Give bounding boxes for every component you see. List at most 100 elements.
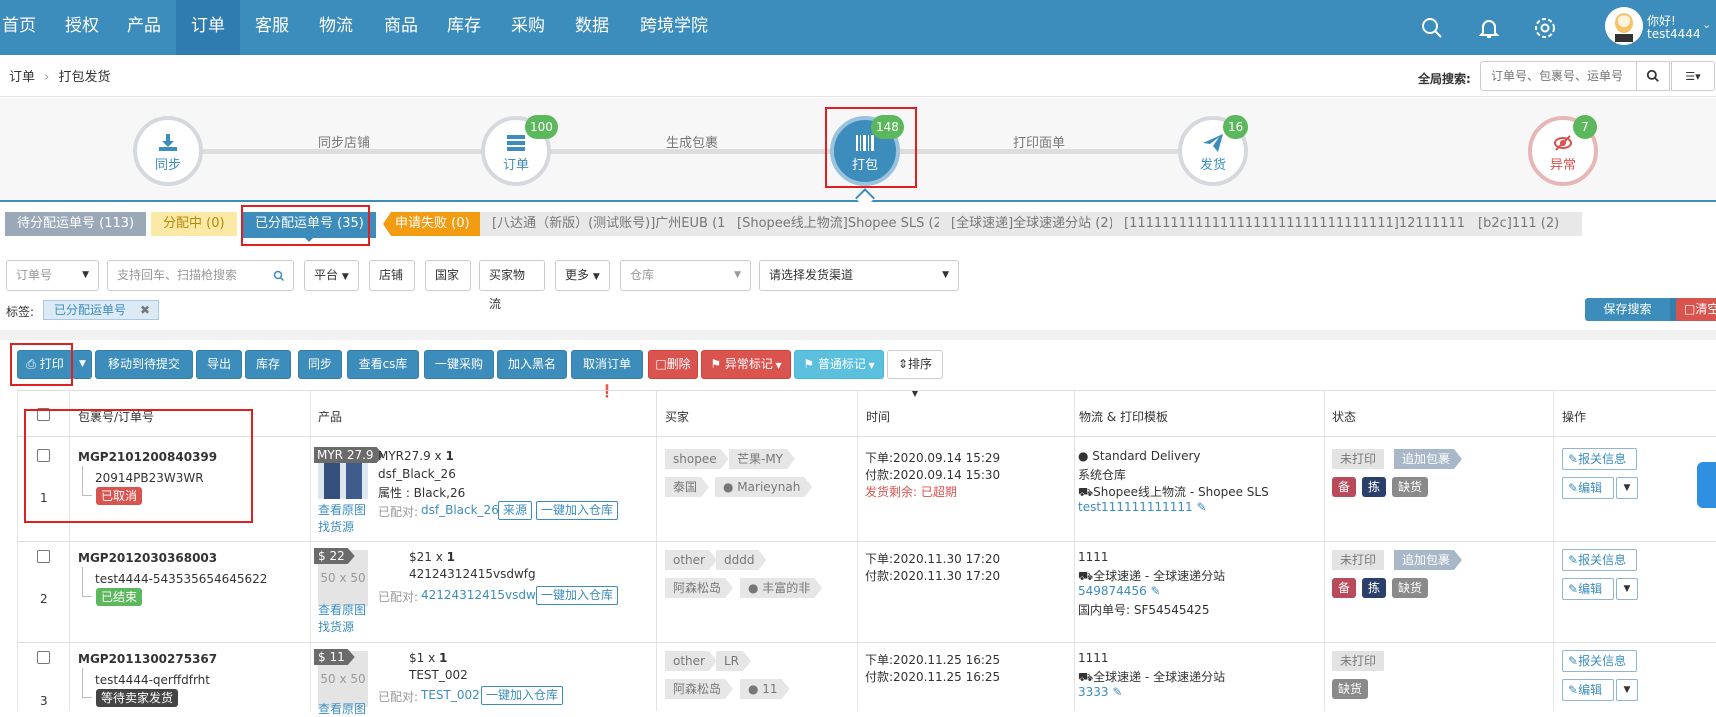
nav-item-products[interactable]: 产品 — [127, 0, 161, 55]
search-button[interactable] — [1636, 61, 1670, 91]
tab-allocating[interactable]: 分配中 (0) — [151, 212, 237, 236]
source-button[interactable]: 来源 — [498, 501, 533, 520]
more-dropdown[interactable]: 更多 ▼ — [555, 260, 610, 291]
edit-icon: ✎ — [1568, 452, 1579, 466]
tracking-number[interactable]: test111111111111 ✎ — [1078, 500, 1207, 514]
nav-item-inventory[interactable]: 库存 — [447, 0, 481, 55]
package-number[interactable]: MGP2012030368003 — [78, 551, 217, 565]
buyer-pill: ● 11 — [740, 679, 790, 699]
warehouse-select[interactable]: 仓库 ▼ — [620, 260, 751, 291]
tab-channel-b2c[interactable]: [b2c]111 (2) — [1466, 212, 1572, 236]
tab-channel-eub[interactable]: [八达通（新版）(测试账号)]广州EUB (1) — [480, 212, 743, 236]
tab-channel-global[interactable]: [全球速递]全球速递分站 (2) — [939, 212, 1126, 236]
tracking-value: 549874456 — [1078, 584, 1147, 598]
check-cs-stock-button[interactable]: 查看cs库存 — [347, 350, 419, 398]
row-checkbox[interactable] — [37, 550, 50, 563]
normal-mark-dropdown[interactable]: ⚑ 普通标记 ▼ — [794, 350, 884, 379]
add-to-warehouse-button[interactable]: 一键加入仓库 — [481, 686, 564, 705]
one-click-purchase-dropdown[interactable]: 一键采购 ▼ — [424, 350, 494, 398]
cancel-order-button[interactable]: 取消订单 ❗ — [571, 350, 643, 398]
extra-package-pill[interactable]: 追加包裹 — [1394, 449, 1462, 469]
nav-item-academy[interactable]: 跨境学院 — [640, 0, 708, 55]
edit-caret[interactable]: ▼ — [1616, 578, 1638, 600]
chat-icon[interactable] — [1697, 462, 1716, 508]
scan-search-input[interactable]: 支持回车、扫描枪搜索 — [107, 260, 294, 291]
close-icon[interactable]: ✖ — [140, 301, 150, 319]
trash-icon: □ — [1684, 302, 1696, 316]
view-original-image-link[interactable]: 查看原图 — [318, 601, 366, 618]
avatar[interactable] — [1605, 7, 1643, 45]
add-to-warehouse-button[interactable]: 一键加入仓库 — [536, 501, 619, 520]
workflow-node-sync[interactable]: 同步 — [133, 116, 203, 186]
save-search-button[interactable]: 保存搜索 — [1585, 298, 1670, 321]
gear-icon[interactable] — [1533, 16, 1557, 40]
caret-down-icon: ▼ — [1623, 685, 1631, 695]
nav-item-goods[interactable]: 商品 — [384, 0, 418, 55]
customs-info-button[interactable]: ✎报关信息 — [1562, 650, 1637, 672]
chevron-down-icon[interactable]: ⌄ — [1702, 18, 1711, 31]
view-original-image-link[interactable]: 查看原图 — [318, 501, 366, 518]
move-to-pending-button[interactable]: 移动到待提交 ➤ — [95, 350, 193, 398]
edit-button[interactable]: ✎编辑 — [1562, 477, 1614, 499]
edit-icon[interactable]: ✎ — [1112, 685, 1122, 699]
platform-dropdown[interactable]: 平台 ▼ — [304, 260, 359, 291]
extra-package-pill[interactable]: 追加包裹 — [1394, 550, 1462, 570]
customs-info-button[interactable]: ✎报关信息 — [1562, 448, 1637, 470]
breadcrumb-root[interactable]: 订单 — [9, 70, 35, 85]
paired-sku-link[interactable]: 42124312415vsdwfg — [421, 588, 548, 602]
edit-button[interactable]: ✎编辑 — [1562, 679, 1614, 701]
delete-button[interactable]: □删除 — [648, 350, 698, 379]
nav-item-logistics[interactable]: 物流 — [319, 0, 353, 55]
caret-down-icon: ▼ — [865, 361, 875, 370]
customs-info-button[interactable]: ✎报关信息 — [1562, 549, 1637, 571]
user-icon: ● — [723, 480, 738, 494]
buyer-logistics-button[interactable]: 买家物流 — [479, 260, 545, 311]
shop-button[interactable]: 店铺 — [369, 260, 415, 291]
add-to-warehouse-button[interactable]: 一键加入仓库 — [536, 586, 619, 605]
row-checkbox[interactable] — [37, 651, 50, 664]
clear-button[interactable]: □清空 — [1676, 298, 1716, 321]
tracking-number[interactable]: 549874456 ✎ — [1078, 584, 1161, 598]
username[interactable]: test4444 — [1647, 27, 1701, 41]
price-text: $21 x — [409, 550, 447, 564]
nav-item-home[interactable]: 首页 — [0, 0, 36, 55]
nav-item-purchase[interactable]: 采购 — [511, 0, 545, 55]
edit-caret[interactable]: ▼ — [1616, 477, 1638, 499]
export-dropdown[interactable]: 导出 ▼ — [196, 350, 242, 398]
add-blacklist-button[interactable]: 加入黑名单 — [497, 350, 567, 398]
bell-icon[interactable] — [1477, 16, 1501, 40]
edit-icon[interactable]: ✎ — [1197, 500, 1207, 514]
package-number[interactable]: MGP2011300275367 — [78, 652, 217, 666]
abnormal-mark-dropdown[interactable]: ⚑ 异常标记 ▼ — [701, 350, 791, 379]
order-number[interactable]: test4444-543535654645622 — [95, 572, 267, 586]
paired-sku-link[interactable]: TEST_002 — [421, 688, 480, 702]
sort-dropdown[interactable]: ⇕排序 ▼ — [887, 350, 943, 398]
nav-item-data[interactable]: 数据 — [575, 0, 609, 55]
paired-sku-link[interactable]: dsf_Black_26 — [421, 503, 499, 517]
tab-apply-failed[interactable]: 申请失败 (0) — [383, 212, 482, 236]
edit-icon[interactable]: ✎ — [1151, 584, 1161, 598]
view-toggle-button[interactable]: ☰▾ — [1671, 61, 1715, 91]
country-button[interactable]: 国家 — [425, 260, 471, 291]
global-search-input[interactable] — [1480, 61, 1637, 91]
tab-channel-shopee-sls[interactable]: [Shopee线上物流]Shopee SLS (29) — [725, 212, 968, 236]
sync-dropdown[interactable]: 同步 ▼ — [298, 350, 342, 398]
edit-button[interactable]: ✎编辑 — [1562, 578, 1614, 600]
print-caret[interactable]: ▼ — [72, 350, 92, 379]
find-source-link[interactable]: 找货源 — [318, 618, 354, 635]
header-actions: 操作 — [1562, 410, 1587, 424]
tracking-number[interactable]: 3333 ✎ — [1078, 685, 1122, 699]
order-type-select[interactable]: 订单号 ▼ — [6, 260, 99, 291]
order-number[interactable]: test4444-qerffdfrht — [95, 673, 210, 687]
edit-caret[interactable]: ▼ — [1616, 679, 1638, 701]
view-original-image-link[interactable]: 查看原图 — [318, 700, 366, 717]
nav-item-auth[interactable]: 授权 — [65, 0, 99, 55]
search-icon[interactable] — [1420, 16, 1444, 40]
customs-info-label: 报关信息 — [1578, 553, 1627, 567]
tab-pending-waybill[interactable]: 待分配运单号 (113) — [5, 212, 147, 236]
channel-select[interactable]: 请选择发货渠道 ▼ — [759, 260, 959, 291]
nav-item-orders[interactable]: 订单 — [176, 0, 240, 55]
stock-dropdown[interactable]: 库存 ▼ — [245, 350, 291, 398]
find-source-link[interactable]: 找货源 — [318, 518, 354, 535]
nav-item-service[interactable]: 客服 — [255, 0, 289, 55]
